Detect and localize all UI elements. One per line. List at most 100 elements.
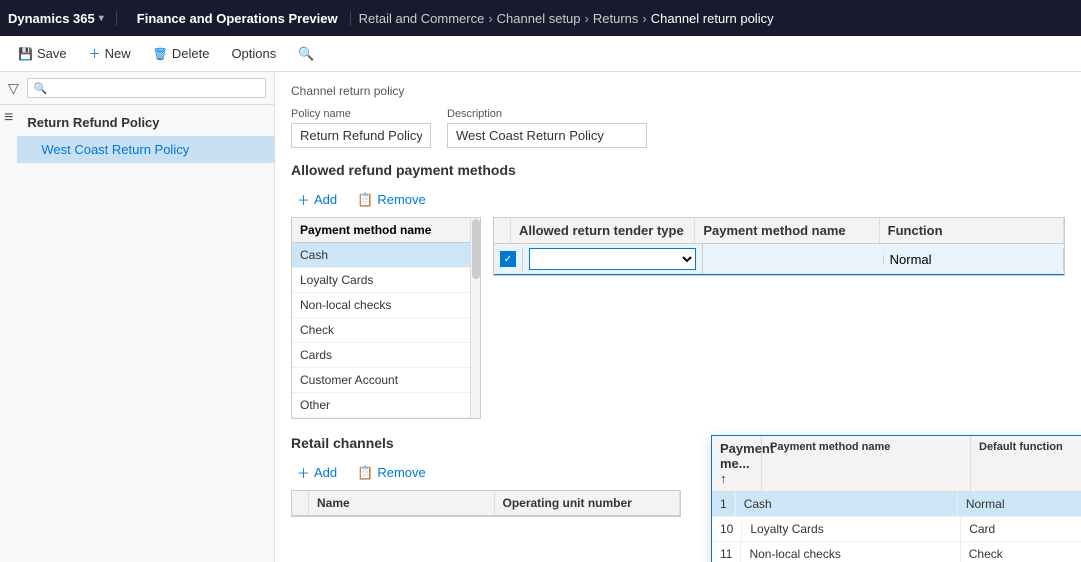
sidebar-group-label: Return Refund Policy xyxy=(17,109,274,136)
search-button[interactable]: 🔍 xyxy=(288,42,324,66)
filter-icon[interactable]: ▽ xyxy=(8,80,19,97)
search-icon-sidebar: 🔍 xyxy=(34,82,48,95)
add-icon: ＋ xyxy=(297,190,310,209)
dropdown-popup: Payment me... ↑ Payment method name Defa… xyxy=(711,435,1081,562)
function-cell: Normal xyxy=(884,248,1064,271)
save-label: Save xyxy=(37,46,67,61)
app-label: Finance and Operations Preview xyxy=(125,11,351,26)
remove-label: Remove xyxy=(377,192,425,207)
content-area: Channel return policy Policy name Descri… xyxy=(275,72,1081,562)
add-channel-icon: ＋ xyxy=(297,463,310,482)
col-allowed-tender: Allowed return tender type xyxy=(511,218,695,243)
channels-grid: Name Operating unit number xyxy=(291,490,681,517)
remove-channel-button[interactable]: 📋 Remove xyxy=(351,463,432,483)
check-blue-icon: ✓ xyxy=(500,251,516,267)
breadcrumb-sep-2: › xyxy=(585,11,589,26)
tender-type-grid: Allowed return tender type Payment metho… xyxy=(493,217,1065,276)
sidebar-lines-icon[interactable]: ≡ xyxy=(0,109,17,127)
description-label: Description xyxy=(447,108,647,120)
dp-row-1[interactable]: 1 Cash Normal xyxy=(712,492,1081,517)
allowed-refund-toolbar: ＋ Add 📋 Remove xyxy=(291,188,1065,211)
channels-col-name: Name xyxy=(309,491,495,515)
dp-cell-func-11: Check xyxy=(961,542,1081,562)
remove-payment-button[interactable]: 📋 Remove xyxy=(351,190,432,210)
allowed-tender-cell[interactable]: Cash Loyalty Cards Non-local checks Chec… xyxy=(523,244,703,274)
action-bar: 💾 Save ＋ New 🗑 Delete Options 🔍 xyxy=(0,36,1081,72)
search-box: 🔍 xyxy=(27,78,266,98)
dp-cell-func-10: Card xyxy=(961,517,1081,541)
delete-icon: 🗑 xyxy=(153,47,168,61)
sidebar-item-west-coast[interactable]: West Coast Return Policy xyxy=(17,136,274,163)
dropdown-rows: 1 Cash Normal 10 Loyalty Cards Card 11 N… xyxy=(712,492,1081,562)
dp-cell-id-10: 10 xyxy=(712,517,742,541)
payment-method-scroll[interactable]: Cash Loyalty Cards Non-local checks Chec… xyxy=(292,243,480,418)
breadcrumb-sep-3: › xyxy=(642,11,646,26)
description-input[interactable] xyxy=(447,123,647,148)
brand-area[interactable]: Dynamics 365 ▾ xyxy=(8,11,117,26)
row-check-cell: ✓ xyxy=(494,247,523,271)
allowed-tender-select-wrapper[interactable]: Cash Loyalty Cards Non-local checks Chec… xyxy=(529,248,696,270)
search-icon: 🔍 xyxy=(298,46,314,62)
dropdown-header: Payment me... ↑ Payment method name Defa… xyxy=(712,436,1081,492)
description-field: Description xyxy=(447,108,647,148)
channels-col-check xyxy=(292,491,309,515)
tender-type-section: Allowed return tender type Payment metho… xyxy=(493,217,1065,419)
new-button[interactable]: ＋ New xyxy=(79,41,141,66)
allowed-refund-heading: Allowed refund payment methods xyxy=(291,162,1065,178)
pm-scrollbar[interactable] xyxy=(470,218,480,418)
form-row: Policy name Description xyxy=(291,108,1065,148)
dp-row-11[interactable]: 11 Non-local checks Check xyxy=(712,542,1081,562)
main-grid-section: Payment method name Cash Loyalty Cards N… xyxy=(291,217,1065,419)
add-channel-label: Add xyxy=(314,465,337,480)
search-input[interactable] xyxy=(51,81,259,95)
payment-method-list: Payment method name Cash Loyalty Cards N… xyxy=(291,217,481,419)
dp-col-name: Payment method name xyxy=(762,436,971,491)
options-button[interactable]: Options xyxy=(221,42,286,65)
section-title: Channel return policy xyxy=(291,84,1065,98)
save-icon: 💾 xyxy=(18,47,33,61)
delete-button[interactable]: 🗑 Delete xyxy=(143,42,220,65)
payment-name-cell xyxy=(703,255,883,263)
brand-chevron[interactable]: ▾ xyxy=(99,13,104,24)
options-label: Options xyxy=(231,46,276,61)
breadcrumb-2[interactable]: Channel setup xyxy=(497,11,581,26)
save-button[interactable]: 💾 Save xyxy=(8,42,77,65)
add-payment-button[interactable]: ＋ Add xyxy=(291,188,343,211)
dp-cell-name-11: Non-local checks xyxy=(741,542,960,562)
add-label: Add xyxy=(314,192,337,207)
dp-col-func: Default function xyxy=(971,436,1081,491)
pm-row-cash[interactable]: Cash xyxy=(292,243,480,268)
policy-name-label: Policy name xyxy=(291,108,431,120)
allowed-tender-select[interactable]: Cash Loyalty Cards Non-local checks Chec… xyxy=(530,249,695,269)
pm-row-loyalty[interactable]: Loyalty Cards xyxy=(292,268,480,293)
add-channel-button[interactable]: ＋ Add xyxy=(291,461,343,484)
breadcrumb-3[interactable]: Returns xyxy=(593,11,639,26)
breadcrumb: Retail and Commerce › Channel setup › Re… xyxy=(359,11,1073,26)
breadcrumb-4: Channel return policy xyxy=(651,11,774,26)
pm-row-other[interactable]: Other xyxy=(292,393,480,418)
policy-name-input[interactable] xyxy=(291,123,431,148)
pm-row-cards[interactable]: Cards xyxy=(292,343,480,368)
sidebar-list: Return Refund Policy West Coast Return P… xyxy=(17,109,274,163)
tender-grid-header: Allowed return tender type Payment metho… xyxy=(494,218,1064,244)
dp-cell-name-10: Loyalty Cards xyxy=(742,517,961,541)
channels-col-operating: Operating unit number xyxy=(495,491,681,515)
remove-channel-label: Remove xyxy=(377,465,425,480)
pm-row-nonlocal[interactable]: Non-local checks xyxy=(292,293,480,318)
breadcrumb-sep-1: › xyxy=(488,11,492,26)
breadcrumb-1[interactable]: Retail and Commerce xyxy=(359,11,485,26)
remove-channel-icon: 📋 xyxy=(357,465,373,481)
dp-row-10[interactable]: 10 Loyalty Cards Card xyxy=(712,517,1081,542)
sidebar: ▽ 🔍 ≡ Return Refund Policy West Coast Re… xyxy=(0,72,275,562)
dp-cell-func-1: Normal xyxy=(958,492,1081,516)
pm-row-check[interactable]: Check xyxy=(292,318,480,343)
sidebar-item-label: West Coast Return Policy xyxy=(41,142,189,157)
main-layout: ▽ 🔍 ≡ Return Refund Policy West Coast Re… xyxy=(0,72,1081,562)
col-function: Function xyxy=(880,218,1064,243)
col-check xyxy=(494,218,511,243)
tender-grid-editing-row: ✓ Cash Loyalty Cards Non-local checks Ch… xyxy=(494,244,1064,275)
dp-cell-id-11: 11 xyxy=(712,542,741,562)
col-payment-method: Payment method name xyxy=(695,218,879,243)
sidebar-toolbar: ▽ 🔍 xyxy=(0,72,274,105)
pm-row-customer-account[interactable]: Customer Account xyxy=(292,368,480,393)
